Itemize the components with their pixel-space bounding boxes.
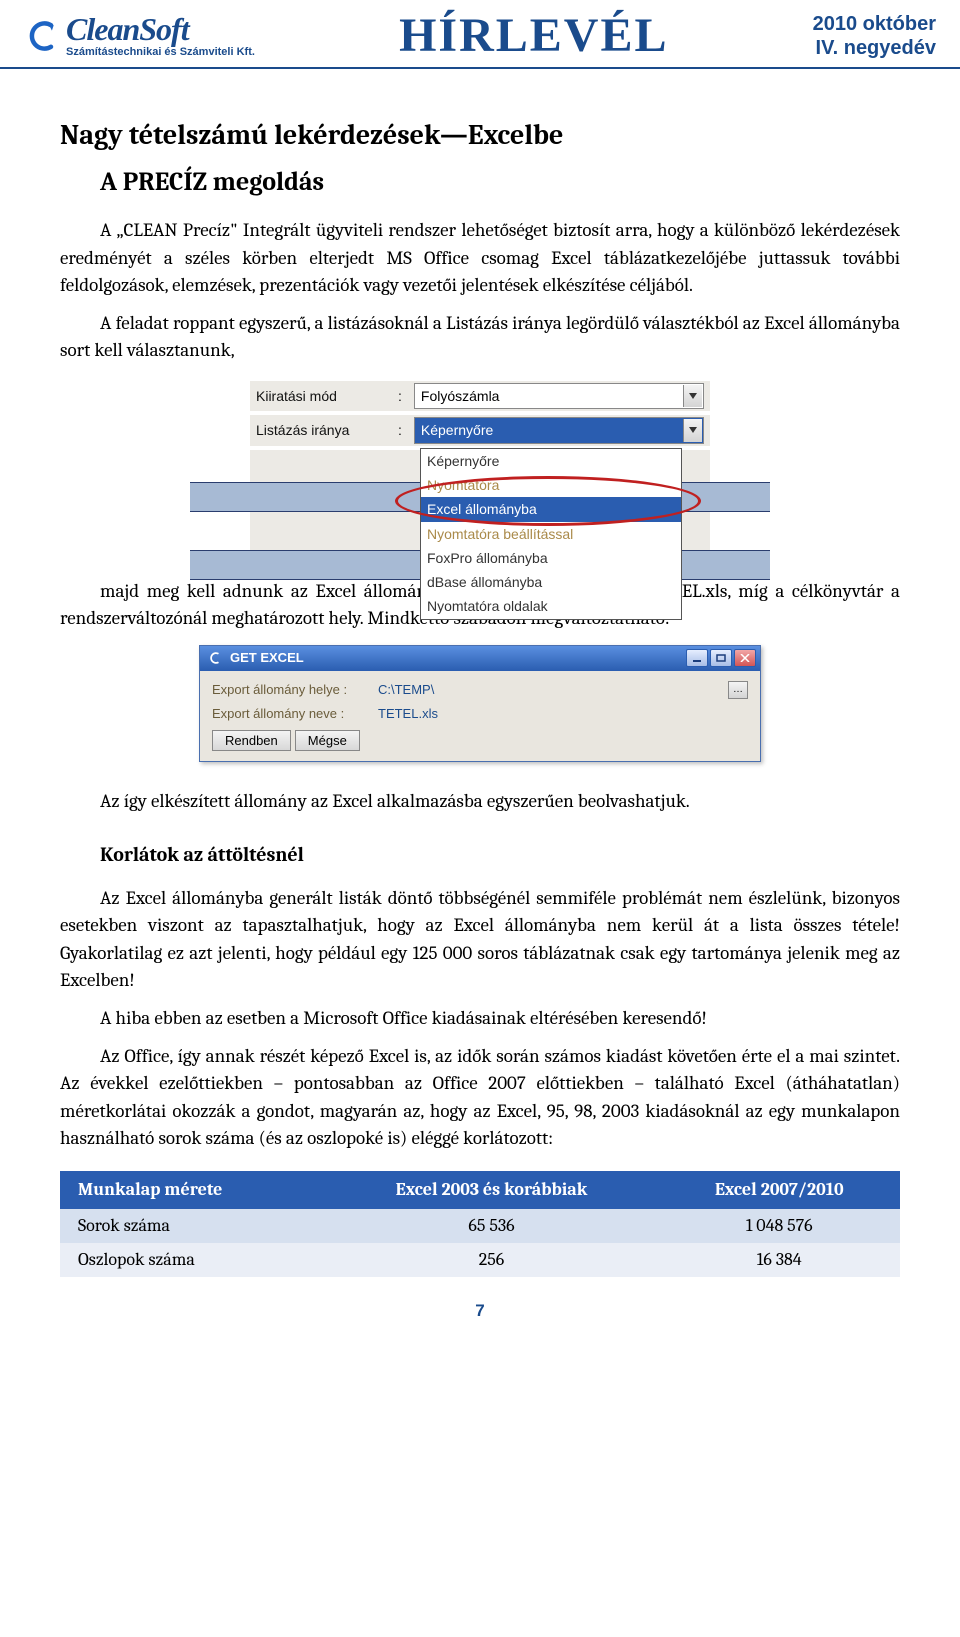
cleansoft-logo-icon [24,18,60,54]
ss1-label-2: Listázás iránya [256,420,386,440]
date-line-2: IV. negyedév [813,36,936,60]
ss1-label-1: Kiiratási mód [256,386,386,406]
table-cell: 16 384 [658,1243,900,1277]
screenshot-dialog: GET EXCEL Export állomány helye : C:\TEM… [199,645,761,763]
table-header: Excel 2003 és korábbiak [325,1171,659,1209]
heading-2: A PRECÍZ megoldás [100,164,900,202]
list-option[interactable]: Nyomtatóra [421,473,681,497]
paragraph-1: A „CLEAN Precíz" Integrált ügyviteli ren… [60,217,900,300]
paragraph-2: A feladat roppant egyszerű, a listázások… [60,310,900,365]
ss1-field-2[interactable]: Képernyőre [414,417,704,443]
logo-subtitle: Számítástechnikai és Számviteli Kft. [66,47,255,58]
ss1-listbox[interactable]: Képernyőre Nyomtatóra Excel állományba N… [420,448,682,620]
maximize-button[interactable] [710,649,732,667]
subheading: Korlátok az áttöltésnél [60,840,900,869]
ss1-field-1[interactable]: Folyószámla [414,383,704,409]
limits-table: Munkalap mérete Excel 2003 és korábbiak … [60,1171,900,1277]
export-name-value: TETEL.xls [378,705,748,724]
newsletter-title: HÍRLEVÉL [399,8,668,63]
table-cell: Oszlopok száma [60,1243,325,1277]
table-cell: 256 [325,1243,659,1277]
cancel-button[interactable]: Mégse [295,730,360,751]
paragraph-7: Az Office, így annak részét képező Excel… [60,1043,900,1153]
date-line-1: 2010 október [813,12,936,36]
paragraph-4: Az így elkészített állomány az Excel alk… [60,788,900,816]
list-option[interactable]: Nyomtatóra beállítással [421,522,681,546]
minimize-button[interactable] [686,649,708,667]
dialog-title: GET EXCEL [230,649,304,668]
close-button[interactable] [734,649,756,667]
table-header: Munkalap mérete [60,1171,325,1209]
table-row: Sorok száma 65 536 1 048 576 [60,1209,900,1243]
paragraph-6: A hiba ebben az esetben a Microsoft Offi… [60,1005,900,1033]
ok-button[interactable]: Rendben [212,730,291,751]
table-row: Oszlopok száma 256 16 384 [60,1243,900,1277]
table-cell: 1 048 576 [658,1209,900,1243]
logo-block: CleanSoft Számítástechnikai és Számvitel… [24,13,255,58]
page-number: 7 [60,1299,900,1324]
browse-button[interactable]: … [728,681,748,699]
article-body: Nagy tételszámú lekérdezések—Excelbe A P… [0,69,960,1344]
dropdown-arrow-icon[interactable] [683,419,702,441]
issue-date: 2010 október IV. negyedév [813,12,936,60]
export-path-value: C:\TEMP\ [378,681,722,700]
dropdown-arrow-icon[interactable] [683,385,702,407]
list-option[interactable]: FoxPro állományba [421,546,681,570]
table-cell: 65 536 [325,1209,659,1243]
dialog-titlebar: GET EXCEL [200,646,760,671]
export-path-label: Export állomány helye : [212,681,372,700]
dialog-icon [208,651,222,665]
list-option[interactable]: dBase állományba [421,570,681,594]
page-header: CleanSoft Számítástechnikai és Számvitel… [0,0,960,69]
list-option[interactable]: Nyomtatóra oldalak [421,594,681,618]
list-option[interactable]: Képernyőre [421,449,681,473]
paragraph-5: Az Excel állományba generált listák dönt… [60,885,900,995]
table-cell: Sorok száma [60,1209,325,1243]
screenshot-dropdown: Kiiratási mód : Folyószámla Listázás irá… [250,381,710,550]
logo-name: CleanSoft [66,13,255,45]
export-name-label: Export állomány neve : [212,705,372,724]
list-option-selected[interactable]: Excel állományba [421,497,681,521]
heading-1: Nagy tételszámú lekérdezések—Excelbe [60,115,900,156]
table-header: Excel 2007/2010 [658,1171,900,1209]
